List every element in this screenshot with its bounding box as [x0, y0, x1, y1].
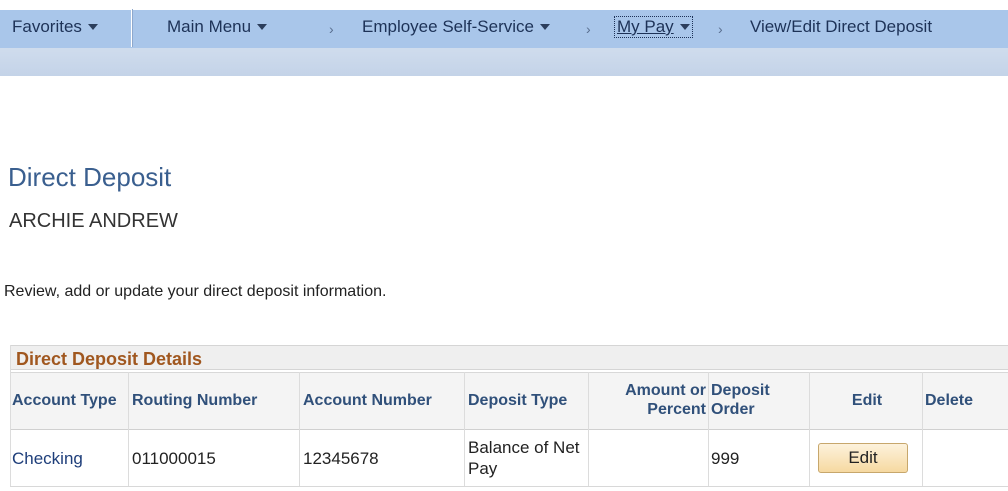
breadcrumb-chevron-icon: ›: [329, 21, 334, 37]
grid-divider: [128, 372, 129, 486]
deposit-type-line2: Pay: [468, 459, 498, 478]
cell-deposit-type: Balance of Net Pay: [466, 430, 588, 486]
nav-employee-self-service-label: Employee Self-Service: [362, 17, 534, 36]
grid-title: Direct Deposit Details: [16, 349, 203, 369]
order-header-line1: Deposit: [711, 382, 770, 399]
deposit-type-line1: Balance of Net: [468, 438, 580, 457]
grid-divider: [708, 372, 709, 486]
nav-my-pay[interactable]: My Pay: [614, 16, 693, 38]
amount-header-line2: Percent: [647, 401, 706, 418]
caret-down-icon: [539, 24, 550, 30]
nav-favorites[interactable]: Favorites: [12, 17, 98, 37]
grid-divider: [464, 372, 465, 486]
cell-routing-number: 011000015: [132, 448, 216, 468]
column-header-delete: Delete: [925, 391, 974, 409]
column-header-deposit-order: Deposit Order: [709, 372, 809, 428]
nav-employee-self-service[interactable]: Employee Self-Service: [362, 17, 550, 37]
column-header-routing-number: Routing Number: [132, 391, 258, 409]
amount-header-line1: Amount or: [625, 382, 706, 399]
cell-account-type: Checking: [10, 430, 128, 486]
nav-main-menu[interactable]: Main Menu: [167, 17, 268, 37]
column-header-account-number: Account Number: [303, 391, 432, 409]
caret-down-icon: [679, 24, 690, 30]
order-header-line2: Order: [711, 401, 755, 418]
cell-delete: [923, 430, 1008, 486]
instructions-text: Review, add or update your direct deposi…: [4, 283, 387, 300]
nav-substrip: [0, 48, 1008, 76]
column-header-deposit-type: Deposit Type: [468, 391, 568, 409]
column-header-amount-or-percent: Amount or Percent: [589, 372, 708, 428]
cell-deposit-order: 999: [711, 448, 740, 468]
grid-divider: [588, 372, 589, 486]
grid-divider: [299, 372, 300, 486]
grid-border-left: [10, 345, 11, 486]
nav-current-page: View/Edit Direct Deposit: [750, 17, 933, 36]
account-type-link[interactable]: Checking: [12, 448, 83, 469]
cell-amount-or-percent: [589, 430, 708, 486]
cell-account-number: 12345678: [303, 448, 379, 468]
grid-divider: [922, 372, 923, 486]
column-header-edit: Edit: [851, 391, 883, 409]
employee-name: ARCHIE ANDREW: [9, 210, 178, 232]
page-title: Direct Deposit: [8, 162, 172, 192]
nav-my-pay-label: My Pay: [617, 17, 674, 36]
grid-divider: [809, 372, 810, 486]
caret-down-icon: [257, 24, 268, 30]
nav-main-menu-label: Main Menu: [167, 17, 252, 36]
column-header-account-type: Account Type: [12, 391, 117, 409]
nav-favorites-label: Favorites: [12, 17, 82, 36]
top-navigation-bar: Favorites Main Menu › Employee Self-Serv…: [0, 0, 1008, 78]
caret-down-icon: [87, 24, 98, 30]
breadcrumb-chevron-icon: ›: [718, 21, 723, 37]
nav-divider-shadow: [132, 9, 133, 47]
breadcrumb-chevron-icon: ›: [586, 21, 591, 37]
edit-button[interactable]: Edit: [818, 443, 908, 473]
